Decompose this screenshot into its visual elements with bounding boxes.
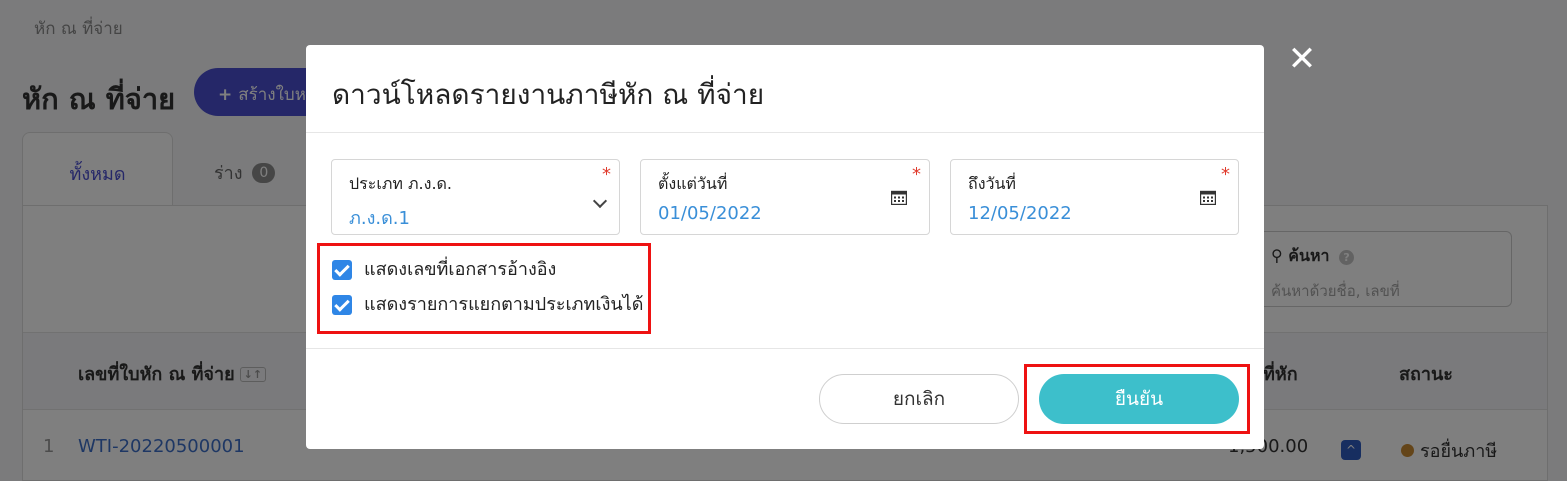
tax-form-type-value: ภ.ง.ด.1: [349, 208, 410, 229]
close-modal-button[interactable]: ✕: [1287, 42, 1317, 76]
start-date-label: ตั้งแต่วันที่: [658, 174, 728, 193]
modal-title: ดาวน์โหลดรายงานภาษีหัก ณ ที่จ่าย: [332, 78, 765, 111]
tax-form-type-label: ประเภท ภ.ง.ด.: [349, 174, 452, 193]
highlight-confirm-box: [1024, 364, 1250, 434]
end-date-field[interactable]: ถึงวันที่ 12/05/2022 *: [950, 159, 1239, 235]
modal-header: ดาวน์โหลดรายงานภาษีหัก ณ ที่จ่าย: [306, 45, 1264, 133]
required-mark: *: [912, 164, 921, 185]
tax-form-type-select[interactable]: ประเภท ภ.ง.ด. ภ.ง.ด.1 *: [331, 159, 620, 235]
end-date-value: 12/05/2022: [968, 203, 1072, 224]
required-mark: *: [602, 164, 611, 185]
required-mark: *: [1221, 164, 1230, 185]
cancel-button[interactable]: ยกเลิก: [819, 374, 1019, 424]
end-date-label: ถึงวันที่: [968, 174, 1016, 193]
close-icon: ✕: [1287, 39, 1317, 79]
start-date-value: 01/05/2022: [658, 203, 762, 224]
calendar-icon[interactable]: [1200, 190, 1216, 205]
start-date-field[interactable]: ตั้งแต่วันที่ 01/05/2022 *: [640, 159, 930, 235]
calendar-icon[interactable]: [891, 190, 907, 205]
highlight-options-box: [317, 243, 651, 334]
